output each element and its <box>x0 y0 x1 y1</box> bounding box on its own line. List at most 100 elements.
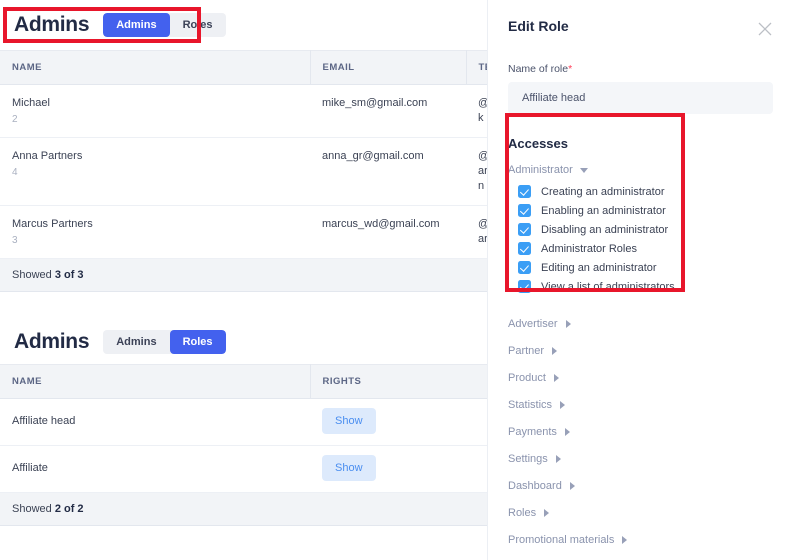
edit-role-panel: Edit Role Name of role* Accesses Adminis… <box>487 0 793 560</box>
tab-admins[interactable]: Admins <box>103 12 170 38</box>
access-group-dashboard[interactable]: Dashboard <box>508 472 773 499</box>
footer-count: 3 of 3 <box>54 269 84 282</box>
show-rights-button[interactable]: Show <box>322 408 376 435</box>
tab-roles-2[interactable]: Roles <box>169 330 226 355</box>
column-header-name[interactable]: NAME <box>0 50 311 85</box>
permission-label: Disabling an administrator <box>541 223 669 236</box>
panel-title: Edit Role <box>508 18 569 34</box>
chevron-right-icon[interactable] <box>564 427 570 436</box>
required-marker: * <box>568 63 573 75</box>
main-content-area: Admins Admins Roles NAME EMAIL TELE <box>0 0 487 560</box>
roles-table-footer: Showed 2 of 2 <box>0 493 487 527</box>
cell-name: Marcus Partners 3 <box>0 205 310 260</box>
column-header-role-name[interactable]: NAME <box>0 364 311 400</box>
column-header-telegram[interactable]: TELE <box>466 50 487 85</box>
chevron-right-icon[interactable] <box>560 400 566 409</box>
admin-id: 3 <box>12 234 18 246</box>
access-group-statistics[interactable]: Statistics <box>508 391 773 418</box>
chevron-right-icon[interactable] <box>622 535 628 544</box>
access-group-advertiser-label: Advertiser <box>508 317 558 330</box>
footer-prefix: Showed <box>12 503 55 516</box>
roles-tab-group[interactable]: Admins Roles <box>103 330 226 355</box>
admins-section-header: Admins Admins Roles <box>0 0 487 50</box>
checkbox-checked-icon[interactable] <box>518 204 531 217</box>
page-title-roles: Admins <box>14 330 90 354</box>
admins-table-footer: Showed 3 of 3 <box>0 259 487 293</box>
access-group-payments[interactable]: Payments <box>508 418 773 445</box>
checkbox-checked-icon[interactable] <box>518 280 531 293</box>
access-group-settings-label: Settings <box>508 452 548 465</box>
table-row[interactable]: Marcus Partners 3 marcus_wd@gmail.com @a… <box>0 205 487 260</box>
chevron-right-icon[interactable] <box>569 481 575 490</box>
cell-email: anna_gr@gmail.com <box>310 137 466 206</box>
permission-list: Creating an administrator Enabling an ad… <box>508 182 773 296</box>
access-group-product[interactable]: Product <box>508 364 773 391</box>
permission-row[interactable]: Enabling an administrator <box>508 201 773 220</box>
admin-id: 4 <box>12 167 18 179</box>
cell-role-name: Affiliate <box>0 445 310 494</box>
checkbox-checked-icon[interactable] <box>518 242 531 255</box>
tab-roles[interactable]: Roles <box>170 13 226 37</box>
permission-row[interactable]: View a list of administrators <box>508 277 773 296</box>
table-row[interactable]: Michael 2 mike_sm@gmail.com @rk <box>0 84 487 139</box>
panel-header: Edit Role <box>508 18 773 37</box>
table-row[interactable]: Anna Partners 4 anna_gr@gmail.com @ar n <box>0 137 487 206</box>
chevron-right-icon[interactable] <box>553 373 559 382</box>
access-group-administrator[interactable]: Administrator <box>508 164 773 176</box>
checkbox-checked-icon[interactable] <box>518 185 531 198</box>
roles-table-header-row: NAME RIGHTS <box>0 364 487 400</box>
admin-name: Michael <box>12 97 50 109</box>
cell-telegram: @ar <box>466 205 487 260</box>
access-group-promotional-materials-label: Promotional materials <box>508 533 615 546</box>
permission-row[interactable]: Disabling an administrator <box>508 220 773 239</box>
chevron-right-icon[interactable] <box>565 319 571 328</box>
name-of-role-input[interactable] <box>508 82 773 114</box>
cell-rights: Show <box>310 445 487 494</box>
admins-table: NAME EMAIL TELE Michael 2 mike_sm@gmail.… <box>0 50 487 260</box>
admins-tab-group[interactable]: Admins Roles <box>103 12 226 38</box>
access-group-administrator-label: Administrator <box>508 164 573 176</box>
table-row[interactable]: Affiliate head Show <box>0 398 487 447</box>
column-header-email[interactable]: EMAIL <box>310 50 467 85</box>
access-group-promotional-materials[interactable]: Promotional materials <box>508 526 773 553</box>
roles-section-header: Admins Admins Roles <box>0 320 487 364</box>
access-group-advertiser[interactable]: Advertiser <box>508 310 773 337</box>
admins-table-header-row: NAME EMAIL TELE <box>0 50 487 85</box>
permission-label: Editing an administrator <box>541 261 657 274</box>
permission-label: Creating an administrator <box>541 185 665 198</box>
admin-name: Anna Partners <box>12 150 83 163</box>
table-row[interactable]: Affiliate Show <box>0 445 487 494</box>
name-of-role-label: Name of role* <box>508 63 773 75</box>
permission-row[interactable]: Editing an administrator <box>508 258 773 277</box>
page-title: Admins <box>14 13 90 36</box>
cell-email: mike_sm@gmail.com <box>310 84 466 139</box>
admin-name: Marcus Partners <box>12 217 93 230</box>
checkbox-checked-icon[interactable] <box>518 261 531 274</box>
access-group-partner-label: Partner <box>508 344 545 357</box>
cell-telegram: @rk <box>466 84 487 139</box>
close-icon[interactable] <box>757 21 773 37</box>
name-of-role-label-text: Name of role <box>508 63 569 75</box>
permission-label: Enabling an administrator <box>541 204 666 217</box>
footer-count: 2 of 2 <box>54 503 84 516</box>
chevron-right-icon[interactable] <box>555 454 561 463</box>
chevron-right-icon[interactable] <box>552 346 558 355</box>
cell-telegram: @ar n <box>466 137 487 206</box>
access-group-roles[interactable]: Roles <box>508 499 773 526</box>
tab-admins-2[interactable]: Admins <box>103 330 169 354</box>
screen-root: Admins Admins Roles NAME EMAIL TELE <box>0 0 793 560</box>
chevron-right-icon[interactable] <box>544 508 550 517</box>
access-group-settings[interactable]: Settings <box>508 445 773 472</box>
column-header-rights[interactable]: RIGHTS <box>310 364 487 400</box>
access-group-partner[interactable]: Partner <box>508 337 773 364</box>
permission-row[interactable]: Creating an administrator <box>508 182 773 201</box>
admin-id: 2 <box>12 113 18 125</box>
cell-role-name: Affiliate head <box>0 398 310 447</box>
access-group-export[interactable]: Export <box>508 553 773 560</box>
access-group-dashboard-label: Dashboard <box>508 479 562 492</box>
permission-row[interactable]: Administrator Roles <box>508 239 773 258</box>
show-rights-button[interactable]: Show <box>322 455 376 482</box>
chevron-down-icon[interactable] <box>579 167 588 173</box>
cell-name: Michael 2 <box>0 84 310 139</box>
checkbox-checked-icon[interactable] <box>518 223 531 236</box>
